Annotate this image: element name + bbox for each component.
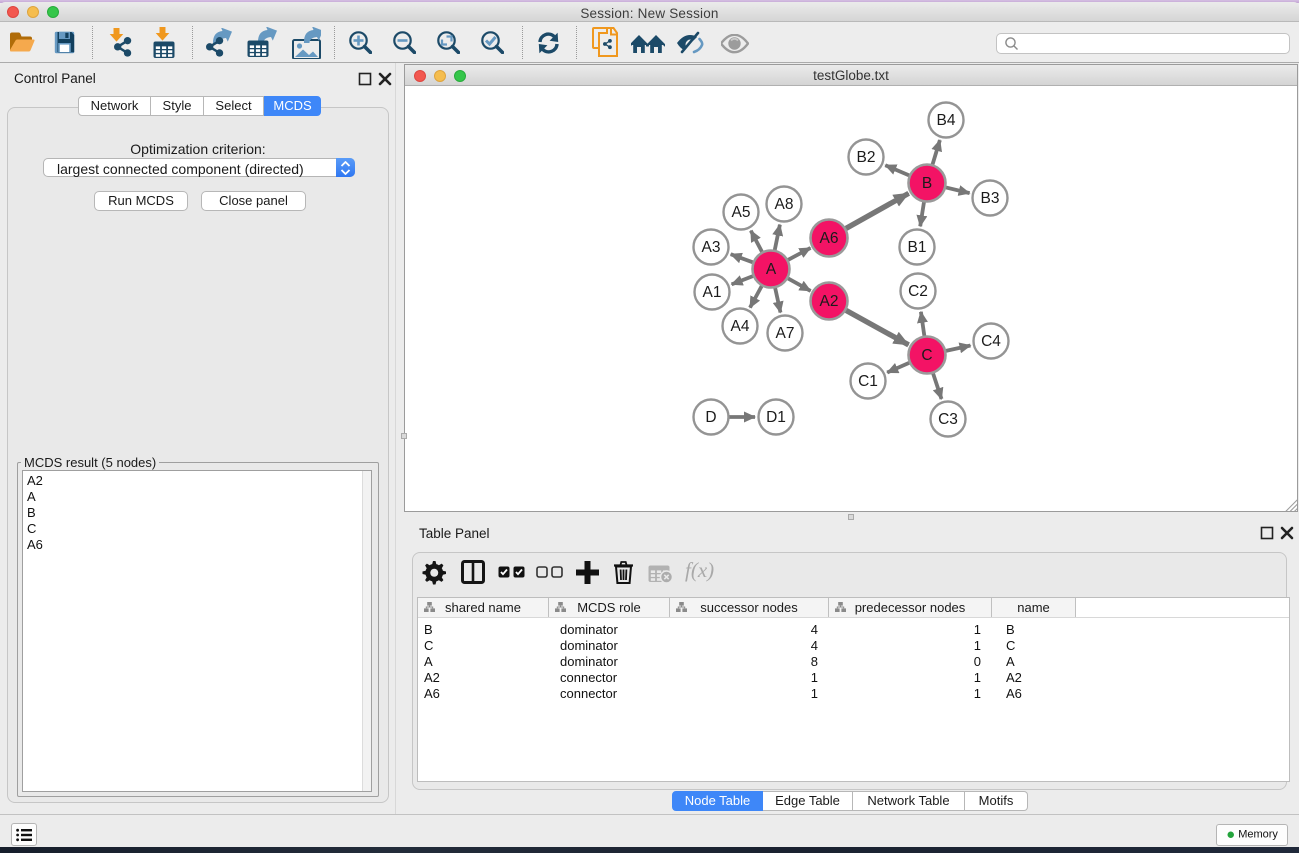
svg-text:C4: C4 xyxy=(981,333,1001,350)
svg-text:A3: A3 xyxy=(702,239,721,256)
svg-text:B: B xyxy=(922,175,932,192)
svg-text:A7: A7 xyxy=(776,325,795,342)
svg-text:B2: B2 xyxy=(857,149,876,166)
svg-text:A: A xyxy=(766,261,777,278)
svg-text:A6: A6 xyxy=(820,230,839,247)
svg-text:C1: C1 xyxy=(858,373,878,390)
svg-text:C3: C3 xyxy=(938,411,958,428)
svg-text:D1: D1 xyxy=(766,409,786,426)
svg-text:D: D xyxy=(705,409,716,426)
svg-text:A1: A1 xyxy=(703,284,722,301)
svg-text:C2: C2 xyxy=(908,283,928,300)
svg-text:A4: A4 xyxy=(731,318,750,335)
svg-text:A2: A2 xyxy=(820,293,839,310)
svg-text:B3: B3 xyxy=(981,190,1000,207)
svg-text:B1: B1 xyxy=(908,239,927,256)
svg-text:B4: B4 xyxy=(937,112,956,129)
svg-text:C: C xyxy=(921,347,932,364)
svg-text:A8: A8 xyxy=(775,196,794,213)
svg-text:A5: A5 xyxy=(732,204,751,221)
